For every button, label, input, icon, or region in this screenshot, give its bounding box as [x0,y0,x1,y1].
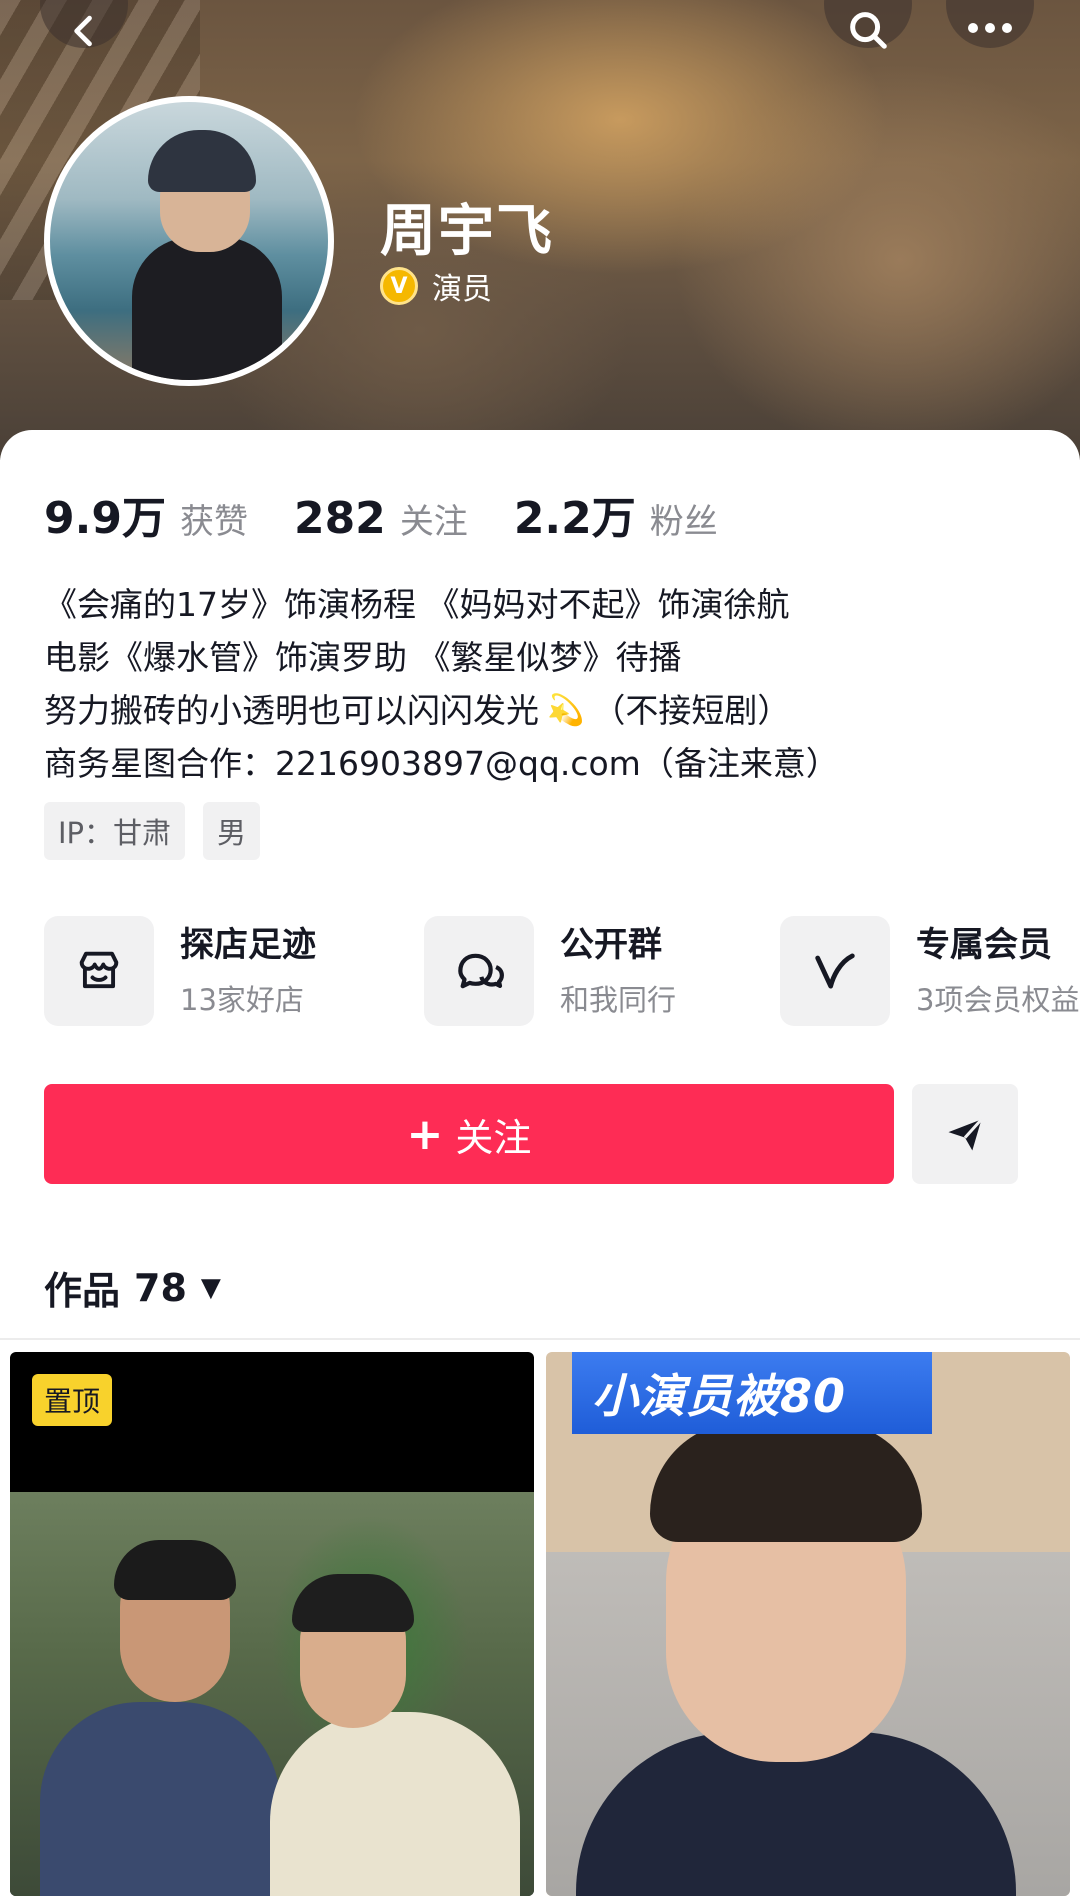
photo-person-right-hair [292,1574,414,1632]
works-tab[interactable]: 作品 78 ▼ [44,1260,221,1315]
photo-person-right [270,1712,520,1896]
stat-value: 9.9万 [44,493,166,544]
send-icon [948,1118,983,1151]
feature-title: 专属会员 [916,925,1052,965]
feature-shop-visits[interactable]: 探店足迹 13家好店 [44,916,316,1026]
bio-line: 《会痛的17岁》饰演杨程 《妈妈对不起》饰演徐航 [44,585,790,624]
video-caption: 小演员被80 [572,1352,932,1434]
feature-text-block: 专属会员 3项会员权益 [916,923,1079,1019]
tag-ip-location: IP：甘肃 [44,802,186,860]
photo-person-hair [650,1422,922,1542]
feature-title: 公开群 [560,925,662,965]
verified-badge-icon: V [380,267,418,305]
video-image [10,1492,534,1896]
stat-label: 关注 [399,502,468,542]
search-button[interactable] [824,0,912,49]
shop-icon [79,951,119,989]
feature-exclusive-membership[interactable]: 专属会员 3项会员权益 [780,916,1079,1026]
plus-icon: + [406,1108,444,1160]
feature-title: 探店足迹 [180,925,316,965]
video-thumbnail[interactable]: 置顶 [10,1352,534,1896]
stat-likes[interactable]: 9.9万 获赞 [44,482,248,546]
feature-icon-box [780,916,890,1026]
feature-icon-box [424,916,534,1026]
feature-subtitle: 13家好店 [180,983,304,1017]
verified-row: V 演员 [380,264,492,308]
feature-subtitle: 和我同行 [560,983,677,1017]
divider [0,1338,1080,1340]
verified-label: 演员 [432,272,492,307]
feature-text-block: 公开群 和我同行 [560,923,676,1019]
works-count: 78 [134,1265,187,1310]
bio-line: 电影《爆水管》饰演罗助 《繁星似梦》待播 [44,638,682,677]
bio-text: （不接短剧） [592,691,791,730]
photo-person-left [40,1702,280,1896]
feature-icon-box [44,916,154,1026]
profile-tags: IP：甘肃 男 [44,802,261,860]
stat-following[interactable]: 282 关注 [294,493,468,544]
stats-row: 9.9万 获赞 282 关注 2.2万 粉丝 [44,482,764,546]
search-icon [850,12,887,49]
avatar-figure-body [132,237,282,380]
stat-label: 获赞 [179,502,248,542]
profile-card: 9.9万 获赞 282 关注 2.2万 粉丝 《会痛的17岁》饰演杨程 《妈妈对… [0,430,1080,1896]
profile-banner: 周宇飞 V 演员 [0,0,1080,460]
bio-line: 努力搬砖的小透明也可以闪闪发光 💫 （不接短剧） [44,684,1044,737]
follow-label: 关注 [455,1115,532,1160]
feature-text-block: 探店足迹 13家好店 [180,923,316,1019]
pinned-badge: 置顶 [32,1374,113,1426]
caret-down-icon: ▼ [200,1272,221,1303]
bio-line: 商务星图合作：2216903897@qq.com（备注来意） [44,744,839,783]
vip-v-icon [815,953,855,989]
share-button[interactable] [912,1084,1018,1184]
feature-row: 探店足迹 13家好店 公开群 和我同行 专属会员 3项会员权益 [44,916,1080,1030]
more-button[interactable] [946,0,1034,48]
avatar-figure-hat [148,130,256,192]
more-dots-icon [968,23,1012,33]
bio-text: 努力搬砖的小透明也可以闪闪发光 [44,691,539,730]
stat-value: 282 [293,493,386,544]
chevron-left-icon [74,15,92,47]
stat-followers[interactable]: 2.2万 粉丝 [514,482,718,546]
bio: 《会痛的17岁》饰演杨程 《妈妈对不起》饰演徐航 电影《爆水管》饰演罗助 《繁星… [44,578,1044,790]
profile-name: 周宇飞 [380,199,554,264]
works-label: 作品 [44,1269,121,1313]
chat-bubbles-icon [458,953,504,989]
video-thumbnail[interactable]: 小演员被80 [546,1352,1070,1896]
feature-subtitle: 3项会员权益 [916,983,1080,1017]
feature-public-group[interactable]: 公开群 和我同行 [424,916,676,1026]
stat-value: 2.2万 [513,493,636,544]
avatar[interactable] [44,96,334,386]
tag-gender: 男 [203,802,261,860]
photo-person-left-hair [114,1540,236,1600]
stat-label: 粉丝 [649,502,718,542]
sparkle-emoji-icon: 💫 [547,693,585,728]
follow-button[interactable]: + 关注 [44,1084,894,1184]
